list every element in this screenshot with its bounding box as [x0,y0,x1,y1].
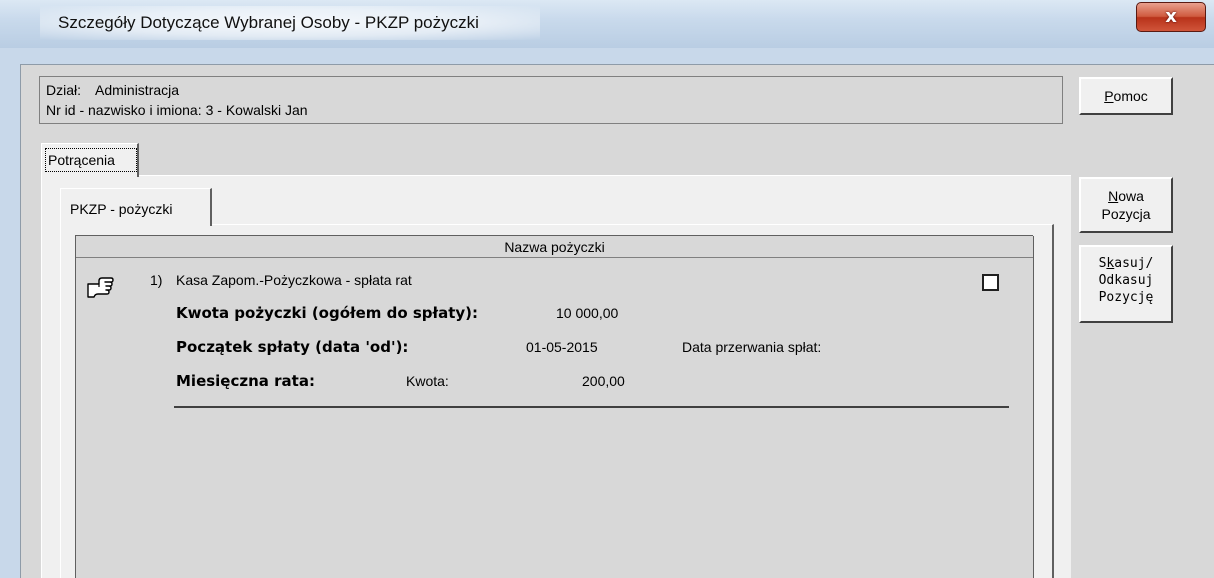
person-value: 3 - Kowalski Jan [205,102,308,118]
dialog-client: Dział: Administracja Nr id - nazwisko i i… [20,64,1214,578]
tab-potracenia[interactable]: Potrącenia [41,143,139,177]
person-label: Nr id - nazwisko i imiona: [46,102,202,118]
delete-line3: Pozycję [1098,290,1154,305]
record-separator [174,406,1009,408]
outer-tab-panel: PKZP - pożyczki Nazwa pożyczki 1) Kasa Z… [41,175,1071,578]
new-item-line2: Pozycja [1101,206,1151,222]
new-item-mnemonic: N [1108,188,1119,204]
loan-amount-value: 10 000,00 [556,305,619,321]
department-value: Administracja [95,82,180,98]
start-date-value: 01-05-2015 [526,339,598,355]
department-row: Dział: Administracja [46,80,1056,100]
tab-potracenia-label: Potrącenia [45,148,137,172]
loans-grid: Nazwa pożyczki 1) Kasa Zapom.-Pożyczkowa… [75,235,1034,578]
installment-value: 200,00 [582,373,625,389]
row-number: 1) [150,272,163,288]
delete-line2: Odkasuj [1098,273,1154,288]
inner-tab-panel: Nazwa pożyczki 1) Kasa Zapom.-Pożyczkowa… [60,224,1054,578]
new-item-line1: Nowa [1081,187,1171,205]
installment-label: Miesięczna rata: [176,372,315,390]
delete-restore-button[interactable]: Skasuj/ Odkasuj Pozycję [1079,245,1173,323]
tab-pkzp-pozyczki[interactable]: PKZP - pożyczki [60,188,212,226]
start-date-label: Początek spłaty (data 'od'): [176,338,409,356]
help-label-rest: omoc [1113,88,1148,104]
loan-checkbox[interactable] [982,274,999,291]
window-title: Szczegóły Dotyczące Wybranej Osoby - PKZ… [58,13,479,32]
department-label: Dział: [46,82,82,98]
loan-amount-label: Kwota pożyczki (ogółem do spłaty): [176,304,479,322]
loan-name: Kasa Zapom.-Pożyczkowa - spłata rat [176,272,412,288]
close-button[interactable]: x [1136,2,1206,32]
new-item-button[interactable]: Nowa Pozycja [1079,177,1173,233]
person-info-box: Dział: Administracja Nr id - nazwisko i i… [39,76,1063,124]
stop-date-label: Data przerwania spłat: [682,339,822,355]
pointing-hand-icon [87,277,114,298]
installment-amount-label: Kwota: [406,373,449,389]
close-icon: x [1165,6,1177,27]
delete-line1: Skasuj/ [1081,255,1171,272]
grid-header-loan-name: Nazwa pożyczki [76,236,1033,258]
help-mnemonic: P [1104,88,1114,104]
outer-tab-control: Potrącenia PKZP - pożyczki Nazwa pożyczk… [41,143,1071,578]
new-item-line1-rest: owa [1118,188,1144,204]
delete-line1-post: asuj/ [1114,256,1154,271]
grid-edge [1033,236,1034,578]
help-button[interactable]: Pomoc [1079,77,1173,115]
dialog-window: Szczegóły Dotyczące Wybranej Osoby - PKZ… [0,0,1214,578]
person-row: Nr id - nazwisko i imiona: 3 - Kowalski J… [46,100,1056,120]
title-bar[interactable]: Szczegóły Dotyczące Wybranej Osoby - PKZ… [0,0,1214,48]
